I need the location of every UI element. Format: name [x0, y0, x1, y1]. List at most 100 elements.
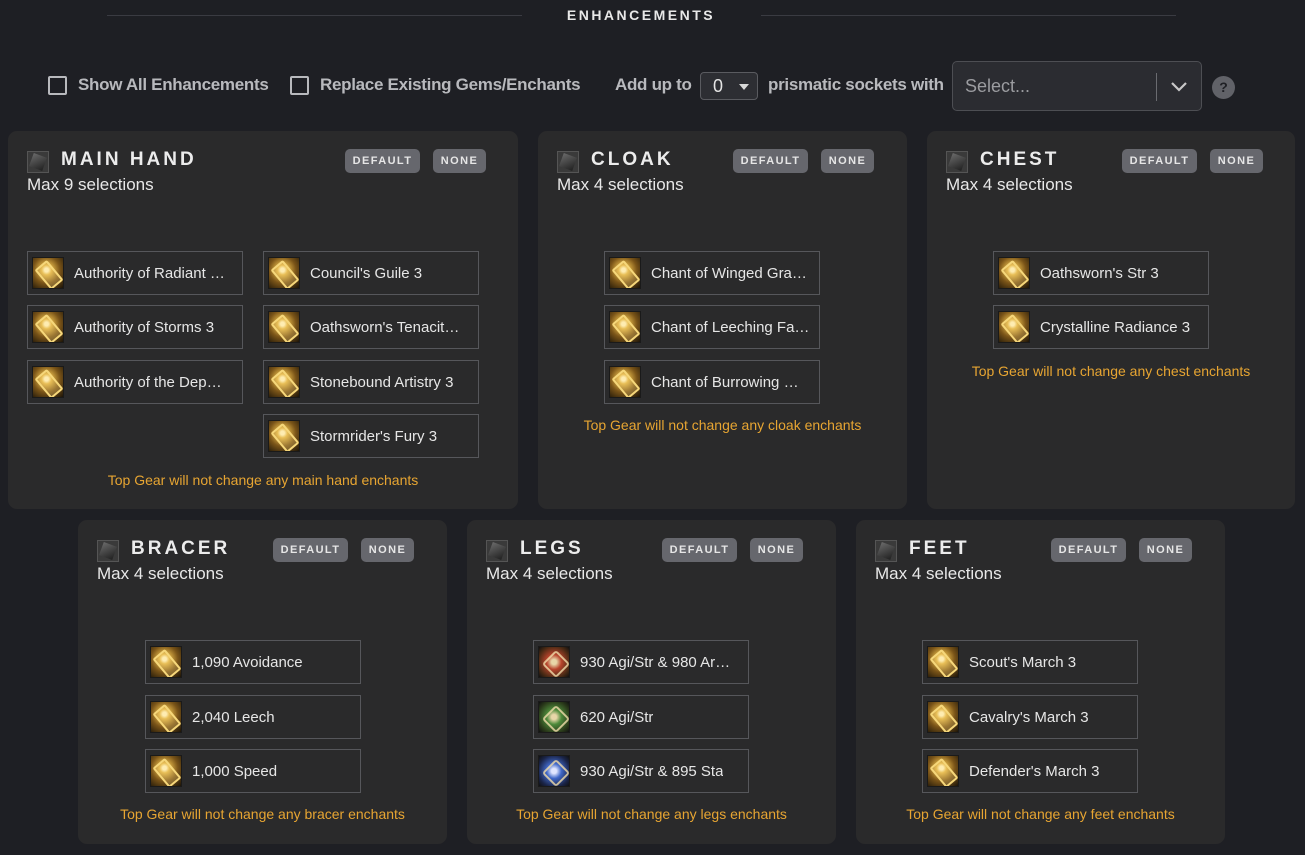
- chevron-down-icon[interactable]: [1167, 74, 1191, 98]
- none-button[interactable]: NONE: [1139, 538, 1192, 562]
- enchant-scroll-icon: [32, 257, 64, 289]
- armor-kit-blue-icon: [538, 755, 570, 787]
- enchant-label: Chant of Burrowing …: [651, 373, 799, 391]
- show-all-option[interactable]: Show All Enhancements: [48, 75, 269, 95]
- armor-kit-green-icon: [538, 701, 570, 733]
- enchant-option[interactable]: Crystalline Radiance 3: [993, 305, 1209, 349]
- enchant-option[interactable]: Council's Guile 3: [263, 251, 479, 295]
- top-gear-note: Top Gear will not change any feet enchan…: [906, 806, 1175, 822]
- enchant-label: Authority of Radiant …: [74, 264, 225, 282]
- enchant-scroll-icon: [268, 257, 300, 289]
- enchant-label: 930 Agi/Str & 980 Ar…: [580, 653, 731, 671]
- enchant-label: Authority of the Dep…: [74, 373, 222, 391]
- enchant-label: 1,090 Avoidance: [192, 653, 303, 671]
- enchant-option[interactable]: Stormrider's Fury 3: [263, 414, 479, 458]
- enchant-option[interactable]: Defender's March 3: [922, 749, 1138, 793]
- card-chest: CHEST Max 4 selections DEFAULT NONE Oath…: [927, 131, 1295, 509]
- enchant-option[interactable]: 930 Agi/Str & 895 Sta: [533, 749, 749, 793]
- none-button[interactable]: NONE: [433, 149, 486, 173]
- default-button[interactable]: DEFAULT: [273, 538, 348, 562]
- replace-checkbox[interactable]: [290, 75, 309, 95]
- bracer-slot-icon: [97, 540, 119, 562]
- default-button[interactable]: DEFAULT: [345, 149, 420, 173]
- sockets-count-select[interactable]: 0: [700, 72, 758, 100]
- card-title: CLOAK: [591, 149, 674, 170]
- card-title: MAIN HAND: [61, 149, 197, 170]
- enchant-scroll-icon: [150, 701, 182, 733]
- enchant-option[interactable]: Stonebound Artistry 3: [263, 360, 479, 404]
- gem-select-placeholder: Select...: [965, 76, 1031, 96]
- enchant-scroll-icon: [268, 311, 300, 343]
- enchant-option[interactable]: 1,090 Avoidance: [145, 640, 361, 684]
- enchant-scroll-icon: [927, 701, 959, 733]
- card-subtitle: Max 4 selections: [946, 175, 1073, 194]
- none-button[interactable]: NONE: [821, 149, 874, 173]
- enchant-scroll-icon: [927, 646, 959, 678]
- legs-slot-icon: [486, 540, 508, 562]
- enchant-option[interactable]: Authority of Radiant …: [27, 251, 243, 295]
- card-cloak: CLOAK Max 4 selections DEFAULT NONE Chan…: [538, 131, 907, 509]
- enchant-option[interactable]: Chant of Burrowing …: [604, 360, 820, 404]
- enchant-label: Authority of Storms 3: [74, 318, 215, 336]
- enchant-option[interactable]: 930 Agi/Str & 980 Ar…: [533, 640, 749, 684]
- top-gear-note: Top Gear will not change any chest encha…: [971, 363, 1251, 379]
- caret-down-icon: [739, 84, 749, 90]
- show-all-checkbox[interactable]: [48, 75, 67, 95]
- card-title: BRACER: [131, 538, 231, 559]
- show-all-label[interactable]: Show All Enhancements: [78, 75, 269, 95]
- main-hand-slot-icon: [27, 151, 49, 173]
- enchant-label: Cavalry's March 3: [969, 708, 1089, 726]
- enchant-scroll-icon: [998, 257, 1030, 289]
- enchant-scroll-icon: [609, 366, 641, 398]
- chest-slot-icon: [946, 151, 968, 173]
- enchant-label: Chant of Winged Gra…: [651, 264, 807, 282]
- dropdown-separator: [1156, 73, 1157, 101]
- default-button[interactable]: DEFAULT: [1122, 149, 1197, 173]
- none-button[interactable]: NONE: [750, 538, 803, 562]
- default-button[interactable]: DEFAULT: [733, 149, 808, 173]
- prismatic-label: prismatic sockets with: [768, 75, 944, 94]
- enchant-scroll-icon: [609, 311, 641, 343]
- enchant-option[interactable]: Cavalry's March 3: [922, 695, 1138, 739]
- card-subtitle: Max 4 selections: [97, 564, 224, 583]
- enchant-scroll-icon: [32, 311, 64, 343]
- enchant-option[interactable]: 2,040 Leech: [145, 695, 361, 739]
- default-button[interactable]: DEFAULT: [662, 538, 737, 562]
- enchant-option[interactable]: Oathsworn's Tenacit…: [263, 305, 479, 349]
- replace-label[interactable]: Replace Existing Gems/Enchants: [320, 75, 581, 95]
- enchant-option[interactable]: Chant of Leeching Fa…: [604, 305, 820, 349]
- enchant-option[interactable]: Scout's March 3: [922, 640, 1138, 684]
- enchant-option[interactable]: 620 Agi/Str: [533, 695, 749, 739]
- card-title: FEET: [909, 538, 970, 559]
- none-button[interactable]: NONE: [1210, 149, 1263, 173]
- enchant-option[interactable]: Chant of Winged Gra…: [604, 251, 820, 295]
- enchant-option[interactable]: 1,000 Speed: [145, 749, 361, 793]
- help-icon[interactable]: ?: [1212, 76, 1235, 99]
- enchant-label: Chant of Leeching Fa…: [651, 318, 810, 336]
- default-button[interactable]: DEFAULT: [1051, 538, 1126, 562]
- enchant-label: Stonebound Artistry 3: [310, 373, 454, 391]
- none-button[interactable]: NONE: [361, 538, 414, 562]
- enchant-label: 1,000 Speed: [192, 762, 278, 780]
- gem-select-dropdown[interactable]: Select...: [952, 61, 1202, 111]
- enchant-label: Crystalline Radiance 3: [1040, 318, 1191, 336]
- options-bar: Show All Enhancements Replace Existing G…: [0, 61, 1305, 111]
- sockets-count-value: 0: [713, 76, 724, 96]
- enchant-option[interactable]: Authority of Storms 3: [27, 305, 243, 349]
- card-title: CHEST: [980, 149, 1060, 170]
- enchant-label: Oathsworn's Tenacit…: [310, 318, 460, 336]
- top-gear-note: Top Gear will not change any cloak encha…: [583, 417, 862, 433]
- card-subtitle: Max 4 selections: [486, 564, 613, 583]
- enchant-label: Defender's March 3: [969, 762, 1100, 780]
- replace-option[interactable]: Replace Existing Gems/Enchants: [290, 75, 581, 95]
- enchant-label: Stormrider's Fury 3: [310, 427, 438, 445]
- enchant-label: Oathsworn's Str 3: [1040, 264, 1159, 282]
- section-header: ENHANCEMENTS: [0, 0, 1305, 32]
- armor-kit-red-icon: [538, 646, 570, 678]
- enchant-option[interactable]: Oathsworn's Str 3: [993, 251, 1209, 295]
- add-up-to-label: Add up to: [615, 75, 692, 94]
- card-subtitle: Max 4 selections: [875, 564, 1002, 583]
- header-divider-right: [761, 15, 1176, 16]
- cloak-slot-icon: [557, 151, 579, 173]
- enchant-option[interactable]: Authority of the Dep…: [27, 360, 243, 404]
